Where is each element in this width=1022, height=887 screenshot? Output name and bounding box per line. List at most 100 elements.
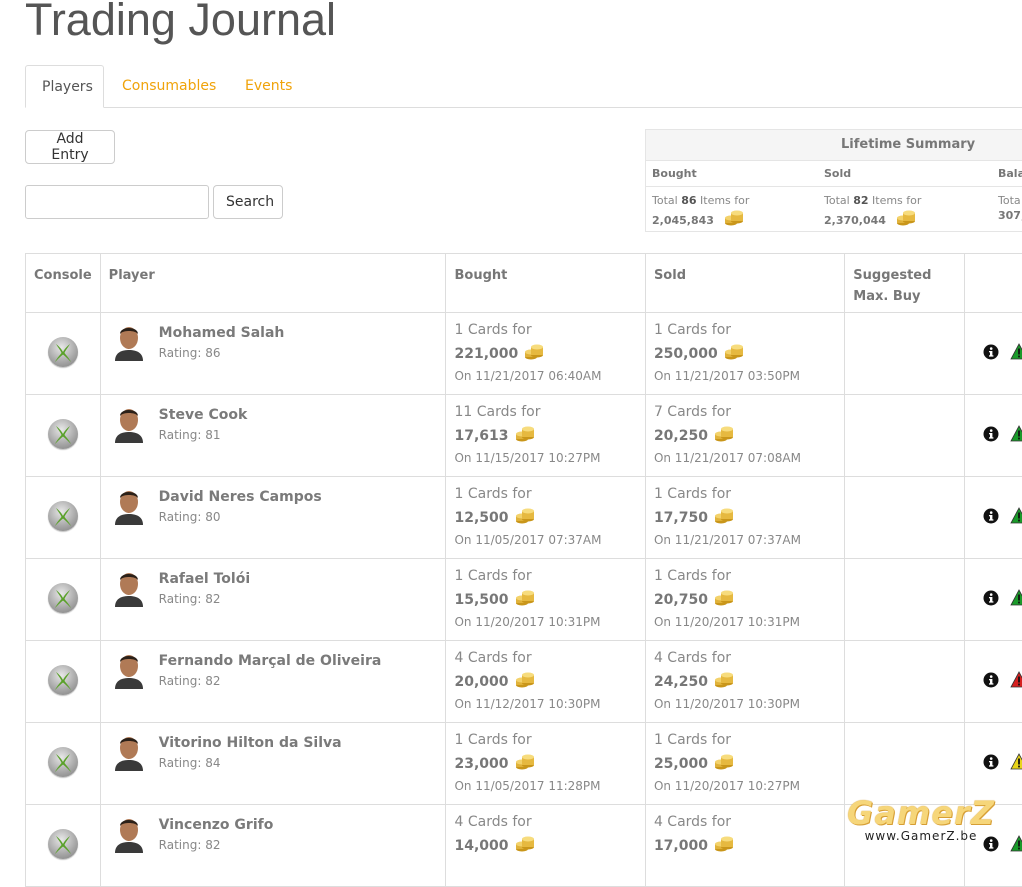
actions-cell (965, 641, 1022, 723)
bought-date: On 11/05/2017 07:37AM (454, 533, 601, 547)
search-input[interactable] (25, 185, 209, 219)
info-icon[interactable] (983, 590, 999, 610)
xbox-icon (48, 501, 78, 531)
player-name[interactable]: David Neres Campos (159, 489, 322, 505)
info-icon[interactable] (983, 754, 999, 774)
sold-price: 24,250 (654, 674, 708, 690)
sold-cards: 4 Cards for (654, 814, 731, 830)
actions-cell (965, 559, 1022, 641)
player-cell: Steve CookRating: 81 (100, 395, 446, 477)
suggested-max-buy-cell (845, 559, 965, 641)
player-name[interactable]: Fernando Marçal de Oliveira (159, 653, 382, 669)
col-suggested-max-buy[interactable]: Suggested Max. Buy (845, 254, 965, 313)
player-avatar (109, 649, 149, 689)
player-rating: Rating: 82 (159, 674, 221, 688)
player-cell: Rafael TolóiRating: 82 (100, 559, 446, 641)
watermark: GamerZ www.GamerZ.be (836, 795, 1006, 843)
info-icon[interactable] (983, 508, 999, 528)
player-avatar (109, 813, 149, 853)
col-console[interactable]: Console (26, 254, 101, 313)
console-cell (26, 477, 101, 559)
player-name[interactable]: Rafael Tolói (159, 571, 250, 587)
warning-icon[interactable] (1010, 671, 1022, 692)
console-cell (26, 805, 101, 887)
col-player[interactable]: Player (100, 254, 446, 313)
player-name[interactable]: Mohamed Salah (159, 325, 285, 341)
bought-date: On 11/12/2017 10:30PM (454, 697, 600, 711)
xbox-icon (48, 829, 78, 859)
tab-players[interactable]: Players (25, 65, 104, 108)
summary-sold: Sold Total 82 Items for 2,370,044 (818, 161, 992, 233)
bought-cell: 11 Cards for17,613On 11/15/2017 10:27PM (446, 395, 645, 477)
search-button[interactable]: Search (213, 185, 283, 219)
sold-cards: 1 Cards for (654, 322, 731, 338)
coins-icon (714, 671, 734, 693)
bought-price: 14,000 (454, 838, 508, 854)
player-rating: Rating: 84 (159, 756, 221, 770)
page-title: Trading Journal (25, 0, 336, 46)
table-row[interactable]: Rafael TolóiRating: 821 Cards for15,500O… (26, 559, 1022, 641)
actions-cell (965, 395, 1022, 477)
bought-cards: 1 Cards for (454, 732, 531, 748)
warning-icon[interactable] (1010, 425, 1022, 446)
sold-date: On 11/20/2017 10:27PM (654, 779, 800, 793)
console-cell (26, 395, 101, 477)
sold-price: 25,000 (654, 756, 708, 772)
info-icon[interactable] (983, 672, 999, 692)
warning-icon[interactable] (1010, 507, 1022, 528)
table-row[interactable]: Mohamed SalahRating: 861 Cards for221,00… (26, 313, 1022, 395)
warning-icon[interactable] (1010, 589, 1022, 610)
warning-icon[interactable] (1010, 343, 1022, 364)
info-icon[interactable] (983, 426, 999, 446)
col-actions (965, 254, 1022, 313)
table-row[interactable]: Steve CookRating: 8111 Cards for17,613On… (26, 395, 1022, 477)
player-cell: Vincenzo GrifoRating: 82 (100, 805, 446, 887)
tab-bar: Players Consumables Events (25, 65, 1022, 108)
coins-icon (896, 209, 916, 230)
coins-icon (515, 507, 535, 529)
bought-cards: 1 Cards for (454, 322, 531, 338)
suggested-max-buy-cell (845, 641, 965, 723)
bought-cards: 4 Cards for (454, 814, 531, 830)
table-row[interactable]: Vitorino Hilton da Silva Rating: 84 1 Card… (26, 723, 1022, 805)
col-bought[interactable]: Bought (446, 254, 645, 313)
bought-cards: 11 Cards for (454, 404, 540, 420)
warning-icon[interactable] (1010, 835, 1022, 856)
player-name[interactable]: Vitorino Hilton da Silva (159, 735, 342, 751)
sold-cards: 7 Cards for (654, 404, 731, 420)
sold-date: On 11/20/2017 10:31PM (654, 615, 800, 629)
summary-balance-label: Bala (992, 161, 1022, 187)
coins-icon (714, 753, 734, 775)
coins-icon (724, 209, 744, 230)
sold-price: 20,750 (654, 592, 708, 608)
table-row[interactable]: David Neres Campos Rating: 80 1 Cards for1… (26, 477, 1022, 559)
tab-events[interactable]: Events (229, 65, 308, 107)
player-name[interactable]: Vincenzo Grifo (159, 817, 274, 833)
summary-balance-amount: 307, (998, 209, 1022, 222)
sold-cell: 1 Cards for20,750On 11/20/2017 10:31PM (645, 559, 844, 641)
sold-date: On 11/21/2017 07:08AM (654, 451, 801, 465)
info-icon[interactable] (983, 344, 999, 364)
sold-price: 20,250 (654, 428, 708, 444)
actions-cell (965, 313, 1022, 395)
table-row[interactable]: Fernando Marçal de OliveiraRating: 824 C… (26, 641, 1022, 723)
coins-icon (515, 671, 535, 693)
tab-consumables[interactable]: Consumables (106, 65, 232, 107)
xbox-icon (48, 665, 78, 695)
summary-sold-amount: 2,370,044 (824, 214, 886, 227)
warning-icon[interactable] (1010, 753, 1022, 774)
sold-cell: 1 Cards for25,000On 11/20/2017 10:27PM (645, 723, 844, 805)
player-name[interactable]: Steve Cook (159, 407, 248, 423)
console-cell (26, 641, 101, 723)
xbox-icon (48, 337, 78, 367)
player-rating: Rating: 80 (159, 510, 221, 524)
suggested-max-buy-cell (845, 395, 965, 477)
add-entry-button[interactable]: Add Entry (25, 130, 115, 164)
sold-cell: 1 Cards for17,750On 11/21/2017 07:37AM (645, 477, 844, 559)
sold-date: On 11/21/2017 07:37AM (654, 533, 801, 547)
sold-cell: 1 Cards for250,000On 11/21/2017 03:50PM (645, 313, 844, 395)
col-sold[interactable]: Sold (645, 254, 844, 313)
bought-cell: 1 Cards for15,500On 11/20/2017 10:31PM (446, 559, 645, 641)
summary-balance: Bala Tota 307, (992, 161, 1022, 233)
summary-sold-prefix: Total (824, 194, 850, 207)
